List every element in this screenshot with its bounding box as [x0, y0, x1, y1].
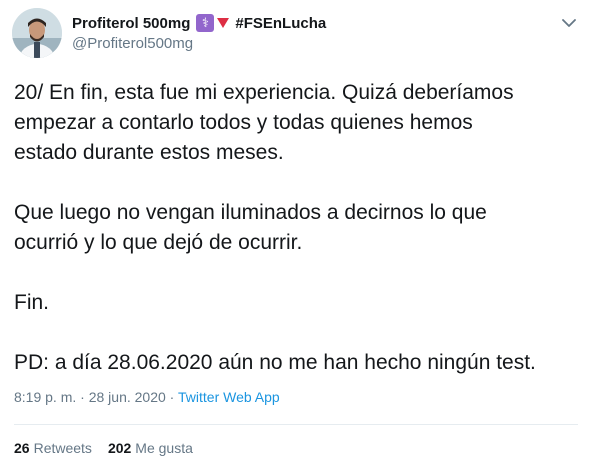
retweets-label: Retweets	[33, 440, 92, 456]
avatar[interactable]	[12, 8, 62, 58]
tweet-header: Profiterol 500mg ⚕ #FSEnLucha @Profitero…	[72, 12, 552, 52]
tweet-time[interactable]: 8:19 p. m.	[14, 389, 76, 405]
divider	[14, 424, 578, 425]
display-name[interactable]: Profiterol 500mg	[72, 15, 190, 32]
medical-symbol-icon: ⚕	[196, 14, 215, 32]
tweet-card: Profiterol 500mg ⚕ #FSEnLucha @Profitero…	[0, 0, 592, 468]
meta-separator: ·	[76, 389, 89, 405]
tweet-meta: 8:19 p. m. · 28 jun. 2020 · Twitter Web …	[14, 389, 280, 405]
name-row: Profiterol 500mg ⚕ #FSEnLucha	[72, 12, 552, 34]
likes-label: Me gusta	[135, 440, 193, 456]
chevron-down-icon[interactable]	[560, 16, 578, 30]
retweets-count: 26	[14, 440, 30, 456]
tweet-stats: 26 Retweets 202 Me gusta	[14, 440, 209, 456]
likes-stat[interactable]: 202 Me gusta	[108, 440, 193, 456]
tweet-date[interactable]: 28 jun. 2020	[89, 389, 166, 405]
tweet-paragraph: Que luego no vengan iluminados a decirno…	[14, 201, 487, 254]
tweet-paragraph: Fin.	[14, 291, 50, 314]
tweet-source-link[interactable]: Twitter Web App	[178, 389, 280, 405]
likes-count: 202	[107, 440, 132, 456]
retweets-stat[interactable]: 26 Retweets	[14, 440, 92, 456]
tweet-paragraph: PD: a día 28.06.2020 aún no me han hecho…	[14, 351, 536, 374]
tweet-paragraph: 20/ En fin, esta fue mi experiencia. Qui…	[14, 81, 514, 164]
red-triangle-down-icon	[217, 18, 230, 28]
tweet-text: 20/ En fin, esta fue mi experiencia. Qui…	[14, 78, 580, 378]
avatar-image	[12, 8, 62, 58]
name-hashtag: #FSEnLucha	[235, 14, 327, 32]
meta-separator: ·	[165, 389, 178, 405]
user-handle[interactable]: @Profiterol500mg	[72, 35, 552, 52]
